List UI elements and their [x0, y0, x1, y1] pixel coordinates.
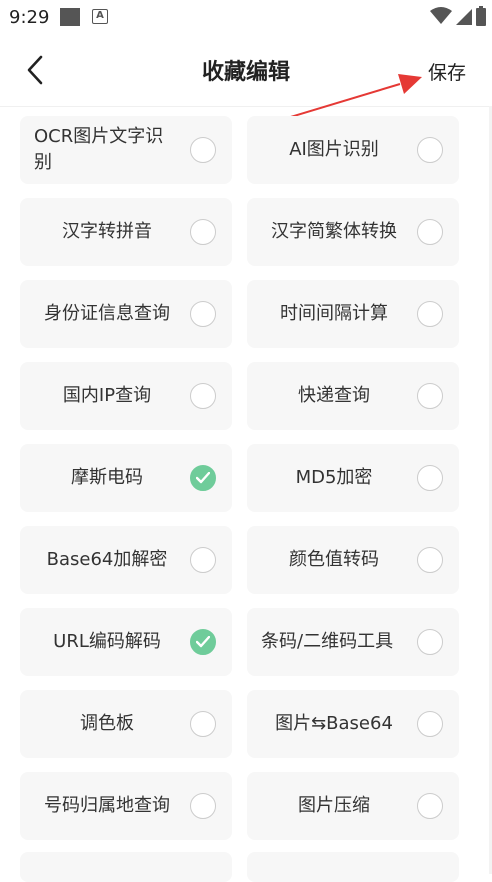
favorite-tile[interactable]: Base64加解密	[20, 526, 232, 594]
check-icon	[196, 636, 210, 648]
tile-label: 颜色值转码	[289, 549, 379, 570]
unchecked-circle-icon[interactable]	[417, 465, 443, 491]
unchecked-circle-icon[interactable]	[417, 301, 443, 327]
notification-square-icon	[60, 8, 80, 26]
unchecked-circle-icon[interactable]	[190, 383, 216, 409]
tile-label: OCR图片文字识别	[34, 126, 164, 173]
unchecked-circle-icon[interactable]	[190, 301, 216, 327]
checked-circle-icon[interactable]	[190, 629, 216, 655]
signal-icon	[456, 9, 472, 25]
unchecked-circle-icon[interactable]	[417, 793, 443, 819]
unchecked-circle-icon[interactable]	[190, 711, 216, 737]
favorite-tile[interactable]: 汉字转拼音	[20, 198, 232, 266]
favorite-tile[interactable]: 时间间隔计算	[247, 280, 459, 348]
tile-label: 摩斯电码	[71, 467, 143, 488]
favorite-tile[interactable]: 图片⇆Base64	[247, 690, 459, 758]
tile-label: 号码归属地查询	[44, 795, 170, 816]
checked-circle-icon[interactable]	[190, 465, 216, 491]
tile-label: Base64加解密	[46, 549, 168, 570]
check-icon	[196, 472, 210, 484]
favorite-tile[interactable]: AI图片识别	[247, 116, 459, 184]
status-bar: 9:29 A	[0, 0, 492, 34]
notification-a-icon: A	[92, 9, 108, 24]
unchecked-circle-icon[interactable]	[190, 137, 216, 163]
status-time: 9:29	[9, 7, 50, 28]
status-right-icons	[430, 6, 486, 26]
favorite-tile[interactable]: 摩斯电码	[20, 444, 232, 512]
unchecked-circle-icon[interactable]	[417, 383, 443, 409]
favorite-tile[interactable]: 号码归属地查询	[20, 772, 232, 840]
tile-label: 图片压缩	[298, 795, 370, 816]
tile-label: MD5加密	[295, 467, 373, 488]
tile-label: 汉字简繁体转换	[271, 221, 397, 242]
tile-label: URL编码解码	[53, 631, 161, 652]
tile-label: AI图片识别	[289, 139, 379, 160]
unchecked-circle-icon[interactable]	[190, 219, 216, 245]
favorites-grid: OCR图片文字识别 AI图片识别汉字转拼音 汉字简繁体转换身份证信息查询 时间间隔计算…	[20, 116, 460, 840]
battery-icon	[476, 6, 486, 26]
tile-label: 国内IP查询	[62, 385, 152, 406]
favorite-tile[interactable]: MD5加密	[247, 444, 459, 512]
unchecked-circle-icon[interactable]	[190, 547, 216, 573]
favorite-tile[interactable]: 身份证信息查询	[20, 280, 232, 348]
unchecked-circle-icon[interactable]	[417, 137, 443, 163]
favorite-tile[interactable]: 颜色值转码	[247, 526, 459, 594]
unchecked-circle-icon[interactable]	[417, 711, 443, 737]
favorite-tile[interactable]: 条码/二维码工具	[247, 608, 459, 676]
wifi-icon	[430, 7, 452, 24]
tile-label: 条码/二维码工具	[261, 631, 394, 652]
tile-label: 身份证信息查询	[44, 303, 170, 324]
favorite-tile[interactable]: 调色板	[20, 690, 232, 758]
tile-partial[interactable]	[247, 852, 459, 882]
tile-label: 图片⇆Base64	[275, 713, 393, 734]
favorite-tile[interactable]: 汉字简繁体转换	[247, 198, 459, 266]
nav-bar: 收藏编辑 保存	[0, 34, 492, 107]
tile-label: 调色板	[80, 713, 134, 734]
save-button[interactable]: 保存	[428, 58, 466, 85]
unchecked-circle-icon[interactable]	[190, 793, 216, 819]
unchecked-circle-icon[interactable]	[417, 219, 443, 245]
tile-partial[interactable]	[20, 852, 232, 882]
favorite-tile[interactable]: OCR图片文字识别	[20, 116, 232, 184]
tile-label: 汉字转拼音	[62, 221, 152, 242]
favorite-tile[interactable]: 图片压缩	[247, 772, 459, 840]
favorite-tile[interactable]: 国内IP查询	[20, 362, 232, 430]
favorite-tile[interactable]: 快递查询	[247, 362, 459, 430]
page-title: 收藏编辑	[201, 60, 290, 85]
tile-label: 时间间隔计算	[280, 303, 388, 324]
tile-label: 快递查询	[298, 385, 370, 406]
unchecked-circle-icon[interactable]	[417, 629, 443, 655]
unchecked-circle-icon[interactable]	[417, 547, 443, 573]
favorite-tile[interactable]: URL编码解码	[20, 608, 232, 676]
